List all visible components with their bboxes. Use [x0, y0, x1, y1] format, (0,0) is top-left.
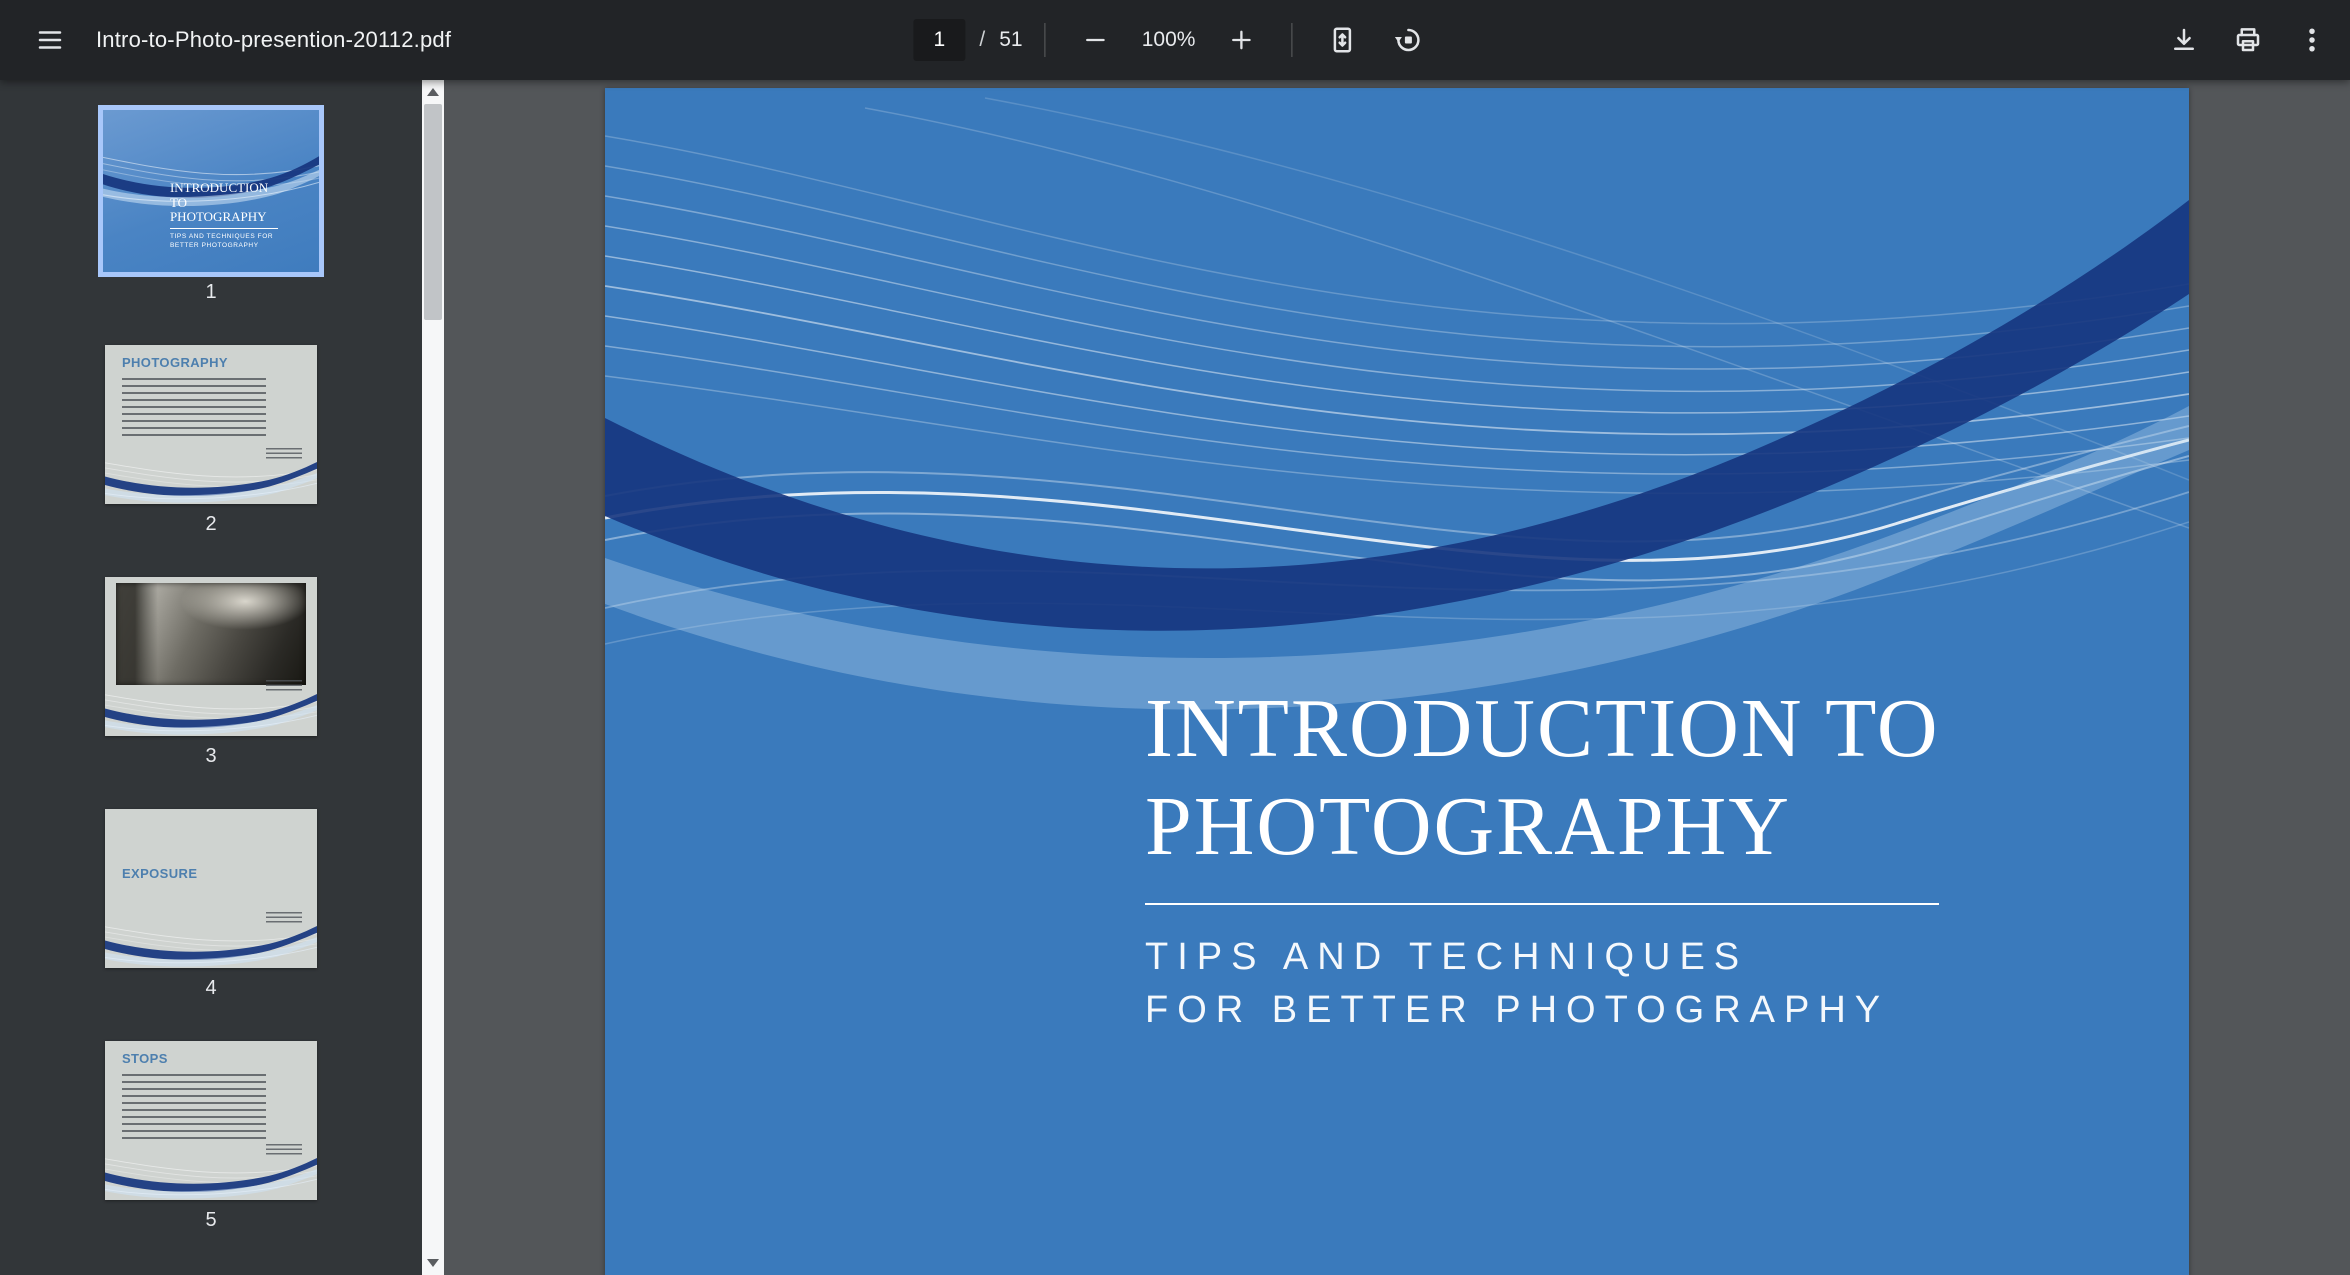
wave-graphic	[105, 1152, 317, 1200]
toolbar-separator	[1292, 23, 1293, 57]
thumbnail-heading: STOPS	[122, 1051, 168, 1066]
sidebar-scrollbar[interactable]	[422, 80, 444, 1275]
zoom-level: 100%	[1134, 28, 1204, 52]
thumbnail-page-number: 1	[205, 281, 216, 307]
thumbnail-page-4[interactable]: EXPOSURE 4	[105, 809, 317, 1003]
page-number-input[interactable]	[913, 19, 965, 61]
thumbnail-image: STOPS	[105, 1041, 317, 1200]
thumbnail-page-5[interactable]: STOPS 5	[105, 1041, 317, 1235]
slide-text-block: INTRODUCTION TO PHOTOGRAPHY TIPS AND TEC…	[1145, 680, 2025, 1037]
plus-icon	[1228, 26, 1256, 54]
pdf-viewer-area: INTRODUCTION TO PHOTOGRAPHY TIPS AND TEC…	[444, 80, 2350, 1275]
thumbnail-heading: PHOTOGRAPHY	[122, 355, 228, 370]
rotate-counterclockwise-icon	[1394, 25, 1424, 55]
thumbnail-page-number: 3	[205, 745, 216, 771]
thumbnail-page-2[interactable]: PHOTOGRAPHY 2	[105, 345, 317, 539]
kebab-menu-icon	[2297, 25, 2327, 55]
scroll-up-arrow[interactable]	[422, 80, 444, 104]
slide-title-line1: INTRODUCTION TO	[1145, 680, 2025, 778]
zoom-out-button[interactable]	[1068, 12, 1124, 68]
minus-icon	[1082, 26, 1110, 54]
thumbnail-page-number: 4	[205, 977, 216, 1003]
zoom-in-button[interactable]	[1214, 12, 1270, 68]
page-slash: /	[979, 28, 985, 52]
title-divider-line	[1145, 903, 1939, 905]
thumbnail-image: PHOTOGRAPHY	[105, 345, 317, 504]
thumbnail-panel: INTRODUCTION TO PHOTOGRAPHY TIPS AND TEC…	[0, 80, 444, 1275]
print-button[interactable]	[2220, 12, 2276, 68]
print-icon	[2233, 25, 2263, 55]
black-and-white-photo	[116, 583, 307, 685]
document-title: Intro-to-Photo-presention-20112.pdf	[96, 27, 451, 53]
fit-to-page-icon	[1328, 25, 1358, 55]
more-actions-button[interactable]	[2284, 12, 2340, 68]
thumbnail-body-text-lines	[122, 378, 266, 435]
slide-title: INTRODUCTION TO PHOTOGRAPHY	[1145, 680, 2025, 877]
thumbnail-image: EXPOSURE	[105, 809, 317, 968]
thumbnail-page-3[interactable]: 3	[105, 577, 317, 771]
thumbnail-slide-subtitle: TIPS AND TECHNIQUES FOR BETTER PHOTOGRAP…	[170, 232, 278, 250]
menu-button[interactable]	[22, 12, 78, 68]
slide-title-line2: PHOTOGRAPHY	[1145, 778, 2025, 876]
scrollbar-thumb[interactable]	[424, 104, 442, 320]
wave-graphic	[105, 456, 317, 504]
thumbnail-slide-title: INTRODUCTION TO PHOTOGRAPHY	[170, 181, 278, 229]
thumbnail-list: INTRODUCTION TO PHOTOGRAPHY TIPS AND TEC…	[0, 80, 422, 1275]
thumbnail-page-number: 2	[205, 513, 216, 539]
hamburger-menu-icon	[35, 25, 65, 55]
page-count: 51	[999, 28, 1022, 52]
download-button[interactable]	[2156, 12, 2212, 68]
wave-graphic	[105, 688, 317, 736]
scroll-down-arrow[interactable]	[422, 1251, 444, 1275]
toolbar-separator	[1045, 23, 1046, 57]
download-icon	[2169, 25, 2199, 55]
thumbnail-heading: EXPOSURE	[122, 866, 197, 881]
slide-subtitle-line1: TIPS AND TECHNIQUES	[1145, 931, 2025, 984]
thumbnail-slide-text: INTRODUCTION TO PHOTOGRAPHY TIPS AND TEC…	[170, 181, 278, 250]
thumbnail-body-text-lines	[122, 1074, 266, 1144]
thumbnail-page-1[interactable]: INTRODUCTION TO PHOTOGRAPHY TIPS AND TEC…	[103, 110, 319, 307]
thumbnail-image: INTRODUCTION TO PHOTOGRAPHY TIPS AND TEC…	[103, 110, 319, 272]
pdf-page-1: INTRODUCTION TO PHOTOGRAPHY TIPS AND TEC…	[605, 88, 2189, 1275]
thumbnail-image	[105, 577, 317, 736]
slide-subtitle: TIPS AND TECHNIQUES FOR BETTER PHOTOGRAP…	[1145, 931, 2025, 1037]
thumbnail-page-number: 5	[205, 1209, 216, 1235]
fit-to-page-button[interactable]	[1315, 12, 1371, 68]
slide-subtitle-line2: FOR BETTER PHOTOGRAPHY	[1145, 984, 2025, 1037]
wave-graphic	[105, 920, 317, 968]
pdf-toolbar: Intro-to-Photo-presention-20112.pdf / 51…	[0, 0, 2350, 80]
rotate-button[interactable]	[1381, 12, 1437, 68]
